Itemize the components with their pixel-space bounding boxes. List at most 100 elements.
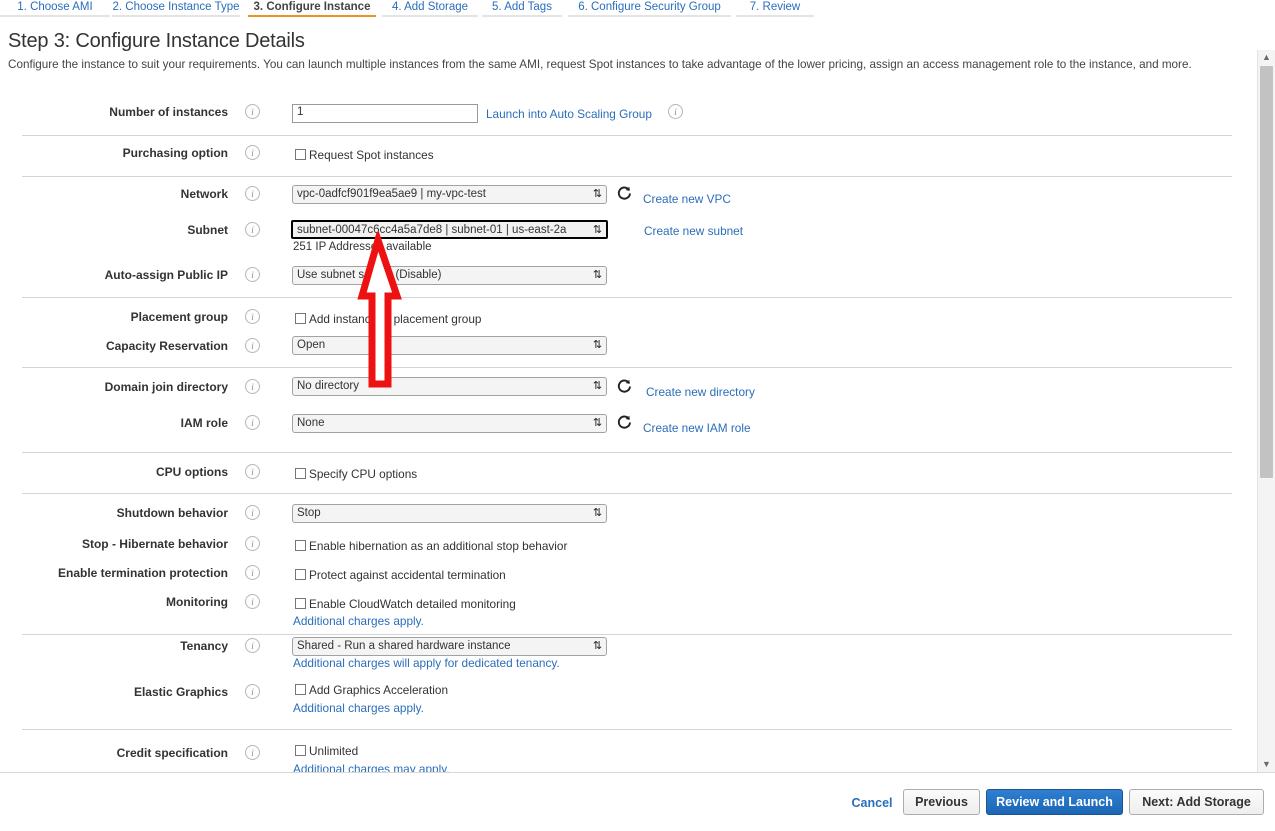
page-title: Step 3: Configure Instance Details [8, 30, 305, 52]
subnet-select[interactable]: subnet-00047c6cc4a5a7de8 | subnet-01 | u… [291, 220, 608, 239]
capacity-reservation-select[interactable]: Open ⇅ [292, 336, 607, 355]
cancel-button[interactable]: Cancel [849, 791, 895, 817]
unlimited-checkbox[interactable]: Unlimited [295, 744, 358, 758]
wizard-tab-bar: 1. Choose AMI 2. Choose Instance Type 3.… [0, 0, 1275, 18]
auto-assign-public-ip-select[interactable]: Use subnet setting (Disable) ⇅ [292, 266, 607, 285]
credit-specification-checkbox-label: Unlimited [309, 744, 359, 758]
chevron-updown-icon: ⇅ [592, 640, 603, 652]
auto-scaling-group-info-icon[interactable]: i [668, 104, 683, 119]
divider [22, 729, 1232, 730]
purchasing-option-info-icon[interactable]: i [245, 145, 260, 160]
tab-add-tags[interactable]: 5. Add Tags [482, 0, 562, 17]
subnet-label: Subnet [187, 223, 228, 237]
add-graphics-acceleration-checkbox[interactable]: Add Graphics Acceleration [295, 683, 448, 697]
iam-role-value: None [297, 417, 325, 429]
cpu-options-info-icon[interactable]: i [245, 464, 260, 479]
checkbox-box[interactable] [295, 313, 306, 324]
tenancy-info-icon[interactable]: i [245, 638, 260, 653]
elastic-graphics-info-icon[interactable]: i [245, 684, 260, 699]
credit-specification-info-icon[interactable]: i [245, 745, 260, 760]
chevron-updown-icon: ⇅ [592, 417, 603, 429]
elastic-graphics-checkbox-label: Add Graphics Acceleration [309, 683, 449, 697]
chevron-updown-icon: ⇅ [592, 339, 603, 351]
protect-against-termination-checkbox[interactable]: Protect against accidental termination [295, 568, 506, 582]
number-of-instances-label: Number of instances [109, 105, 228, 119]
divider [22, 297, 1232, 298]
elastic-graphics-additional-charges-link[interactable]: Additional charges apply. [293, 701, 424, 715]
iam-role-label: IAM role [180, 416, 228, 430]
purchasing-option-label: Purchasing option [122, 146, 228, 160]
cpu-options-checkbox-label: Specify CPU options [309, 467, 418, 481]
launch-into-auto-scaling-group-link[interactable]: Launch into Auto Scaling Group [486, 107, 652, 121]
monitoring-info-icon[interactable]: i [245, 594, 260, 609]
checkbox-box[interactable] [295, 598, 306, 609]
tab-choose-instance-type[interactable]: 2. Choose Instance Type [112, 0, 240, 17]
refresh-network-icon[interactable] [616, 185, 633, 202]
subnet-ip-availability-note: 251 IP Addresses available [293, 241, 432, 253]
tab-choose-ami[interactable]: 1. Choose AMI [0, 0, 110, 17]
tab-configure-security-group[interactable]: 6. Configure Security Group [568, 0, 731, 17]
scrollbar-thumb[interactable] [1260, 66, 1273, 478]
shutdown-behavior-info-icon[interactable]: i [245, 505, 260, 520]
network-select[interactable]: vpc-0adfcf901f9ea5ae9 | my-vpc-test ⇅ [292, 185, 607, 204]
enable-cloudwatch-monitoring-checkbox[interactable]: Enable CloudWatch detailed monitoring [295, 597, 516, 611]
hibernate-checkbox-label: Enable hibernation as an additional stop… [309, 539, 568, 553]
elastic-graphics-label: Elastic Graphics [133, 685, 228, 699]
checkbox-box[interactable] [295, 684, 306, 695]
credit-specification-additional-charges-link[interactable]: Additional charges may apply. [293, 762, 450, 772]
vertical-scrollbar[interactable]: ▲ ▼ [1257, 50, 1275, 772]
previous-button[interactable]: Previous [903, 789, 980, 815]
tenancy-select[interactable]: Shared - Run a shared hardware instance ⇅ [292, 637, 607, 656]
chevron-updown-icon: ⇅ [592, 269, 603, 281]
domain-join-directory-info-icon[interactable]: i [245, 379, 260, 394]
request-spot-instances-checkbox[interactable]: Request Spot instances [295, 148, 434, 162]
tab-review[interactable]: 7. Review [736, 0, 814, 17]
capacity-reservation-info-icon[interactable]: i [245, 338, 260, 353]
next-add-storage-button[interactable]: Next: Add Storage [1129, 789, 1264, 815]
checkbox-box[interactable] [295, 149, 306, 160]
review-and-launch-button[interactable]: Review and Launch [986, 789, 1123, 815]
shutdown-behavior-value: Stop [297, 507, 321, 519]
divider [22, 452, 1232, 453]
create-new-vpc-link[interactable]: Create new VPC [643, 192, 731, 206]
checkbox-box[interactable] [295, 745, 306, 756]
tenancy-additional-charges-link[interactable]: Additional charges will apply for dedica… [293, 656, 560, 670]
tab-configure-instance[interactable]: 3. Configure Instance [248, 0, 376, 17]
refresh-directory-icon[interactable] [616, 378, 633, 395]
chevron-updown-icon: ⇅ [592, 224, 603, 236]
refresh-iam-role-icon[interactable] [616, 414, 633, 431]
auto-assign-public-ip-info-icon[interactable]: i [245, 267, 260, 282]
shutdown-behavior-select[interactable]: Stop ⇅ [292, 504, 607, 523]
scroll-down-arrow-icon[interactable]: ▼ [1258, 757, 1275, 772]
iam-role-select[interactable]: None ⇅ [292, 414, 607, 433]
domain-join-directory-select[interactable]: No directory ⇅ [292, 377, 607, 396]
chevron-updown-icon: ⇅ [592, 507, 603, 519]
create-new-iam-role-link[interactable]: Create new IAM role [643, 421, 751, 435]
monitoring-checkbox-label: Enable CloudWatch detailed monitoring [309, 597, 516, 611]
tenancy-label: Tenancy [180, 639, 228, 653]
termination-protection-info-icon[interactable]: i [245, 565, 260, 580]
scroll-up-arrow-icon[interactable]: ▲ [1258, 50, 1275, 65]
placement-group-checkbox-label: Add instance to placement group [309, 312, 482, 326]
monitoring-additional-charges-link[interactable]: Additional charges apply. [293, 614, 424, 628]
subnet-info-icon[interactable]: i [245, 222, 260, 237]
placement-group-info-icon[interactable]: i [245, 309, 260, 324]
hibernate-behavior-info-icon[interactable]: i [245, 536, 260, 551]
create-new-directory-link[interactable]: Create new directory [646, 385, 755, 399]
checkbox-box[interactable] [295, 468, 306, 479]
iam-role-info-icon[interactable]: i [245, 415, 260, 430]
number-of-instances-input[interactable]: 1 [292, 104, 478, 123]
checkbox-box[interactable] [295, 540, 306, 551]
network-info-icon[interactable]: i [245, 186, 260, 201]
number-of-instances-info-icon[interactable]: i [245, 104, 260, 119]
enable-hibernation-checkbox[interactable]: Enable hibernation as an additional stop… [295, 539, 567, 553]
tab-add-storage[interactable]: 4. Add Storage [382, 0, 478, 17]
checkbox-box[interactable] [295, 569, 306, 580]
capacity-reservation-value: Open [297, 339, 326, 351]
specify-cpu-options-checkbox[interactable]: Specify CPU options [295, 467, 417, 481]
hibernate-behavior-label: Stop - Hibernate behavior [81, 537, 228, 551]
divider [22, 367, 1232, 368]
create-new-subnet-link[interactable]: Create new subnet [644, 224, 743, 238]
add-instance-to-placement-group-checkbox[interactable]: Add instance to placement group [295, 312, 481, 326]
wizard-footer: Cancel Previous Review and Launch Next: … [0, 772, 1275, 831]
